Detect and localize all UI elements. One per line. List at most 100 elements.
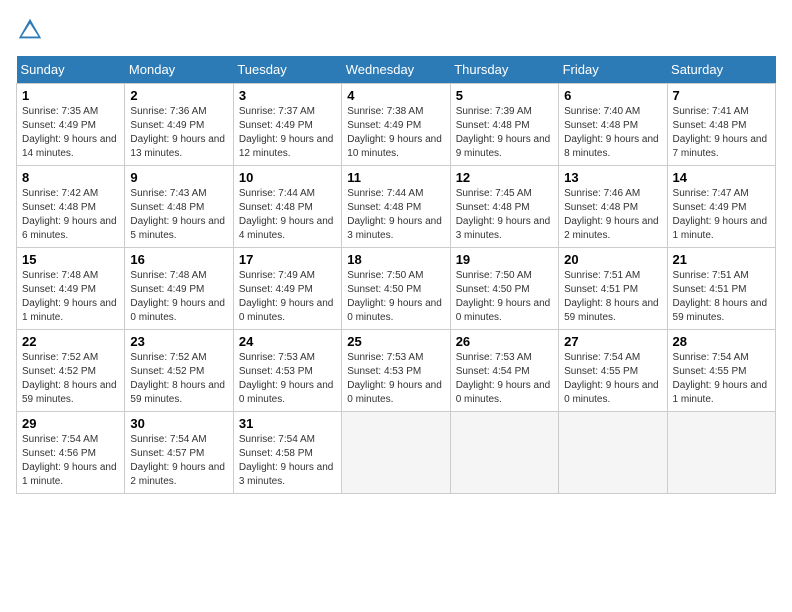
calendar-row: 15 Sunrise: 7:48 AM Sunset: 4:49 PM Dayl…	[17, 248, 776, 330]
day-number: 24	[239, 334, 336, 349]
day-number: 2	[130, 88, 227, 103]
sunrise-label: Sunrise: 7:48 AM	[22, 270, 98, 281]
day-number: 22	[22, 334, 119, 349]
calendar-table: SundayMondayTuesdayWednesdayThursdayFrid…	[16, 56, 776, 494]
sunrise-label: Sunrise: 7:41 AM	[673, 106, 749, 117]
day-number: 1	[22, 88, 119, 103]
day-info: Sunrise: 7:50 AM Sunset: 4:50 PM Dayligh…	[456, 269, 553, 325]
calendar-cell: 16 Sunrise: 7:48 AM Sunset: 4:49 PM Dayl…	[125, 248, 233, 330]
sunset-label: Sunset: 4:58 PM	[239, 448, 313, 459]
calendar-cell: 29 Sunrise: 7:54 AM Sunset: 4:56 PM Dayl…	[17, 412, 125, 494]
day-info: Sunrise: 7:53 AM Sunset: 4:53 PM Dayligh…	[347, 351, 444, 407]
day-number: 16	[130, 252, 227, 267]
sunrise-label: Sunrise: 7:44 AM	[239, 188, 315, 199]
calendar-row: 1 Sunrise: 7:35 AM Sunset: 4:49 PM Dayli…	[17, 84, 776, 166]
day-info: Sunrise: 7:40 AM Sunset: 4:48 PM Dayligh…	[564, 105, 661, 161]
daylight-label: Daylight: 9 hours and 4 minutes.	[239, 216, 334, 241]
day-info: Sunrise: 7:36 AM Sunset: 4:49 PM Dayligh…	[130, 105, 227, 161]
sunrise-label: Sunrise: 7:45 AM	[456, 188, 532, 199]
sunset-label: Sunset: 4:49 PM	[239, 284, 313, 295]
daylight-label: Daylight: 9 hours and 2 minutes.	[564, 216, 659, 241]
sunset-label: Sunset: 4:49 PM	[673, 202, 747, 213]
day-info: Sunrise: 7:51 AM Sunset: 4:51 PM Dayligh…	[673, 269, 770, 325]
calendar-cell	[667, 412, 775, 494]
day-number: 19	[456, 252, 553, 267]
daylight-label: Daylight: 9 hours and 9 minutes.	[456, 134, 551, 159]
day-info: Sunrise: 7:46 AM Sunset: 4:48 PM Dayligh…	[564, 187, 661, 243]
day-number: 31	[239, 416, 336, 431]
sunset-label: Sunset: 4:57 PM	[130, 448, 204, 459]
calendar-cell: 21 Sunrise: 7:51 AM Sunset: 4:51 PM Dayl…	[667, 248, 775, 330]
sunrise-label: Sunrise: 7:42 AM	[22, 188, 98, 199]
day-number: 7	[673, 88, 770, 103]
logo	[16, 16, 48, 44]
sunset-label: Sunset: 4:51 PM	[673, 284, 747, 295]
calendar-header-row: SundayMondayTuesdayWednesdayThursdayFrid…	[17, 56, 776, 84]
sunrise-label: Sunrise: 7:44 AM	[347, 188, 423, 199]
day-info: Sunrise: 7:35 AM Sunset: 4:49 PM Dayligh…	[22, 105, 119, 161]
sunset-label: Sunset: 4:49 PM	[130, 120, 204, 131]
calendar-cell: 25 Sunrise: 7:53 AM Sunset: 4:53 PM Dayl…	[342, 330, 450, 412]
calendar-cell: 31 Sunrise: 7:54 AM Sunset: 4:58 PM Dayl…	[233, 412, 341, 494]
day-number: 12	[456, 170, 553, 185]
daylight-label: Daylight: 9 hours and 2 minutes.	[130, 462, 225, 487]
column-header-thursday: Thursday	[450, 56, 558, 84]
sunset-label: Sunset: 4:53 PM	[239, 366, 313, 377]
sunrise-label: Sunrise: 7:50 AM	[456, 270, 532, 281]
day-info: Sunrise: 7:39 AM Sunset: 4:48 PM Dayligh…	[456, 105, 553, 161]
sunrise-label: Sunrise: 7:37 AM	[239, 106, 315, 117]
day-info: Sunrise: 7:53 AM Sunset: 4:54 PM Dayligh…	[456, 351, 553, 407]
day-number: 13	[564, 170, 661, 185]
day-info: Sunrise: 7:54 AM Sunset: 4:55 PM Dayligh…	[564, 351, 661, 407]
sunrise-label: Sunrise: 7:36 AM	[130, 106, 206, 117]
daylight-label: Daylight: 9 hours and 1 minute.	[22, 298, 117, 323]
sunrise-label: Sunrise: 7:40 AM	[564, 106, 640, 117]
calendar-cell	[450, 412, 558, 494]
sunrise-label: Sunrise: 7:54 AM	[564, 352, 640, 363]
day-number: 28	[673, 334, 770, 349]
day-info: Sunrise: 7:54 AM Sunset: 4:56 PM Dayligh…	[22, 433, 119, 489]
daylight-label: Daylight: 9 hours and 3 minutes.	[347, 216, 442, 241]
daylight-label: Daylight: 9 hours and 0 minutes.	[239, 380, 334, 405]
sunset-label: Sunset: 4:48 PM	[673, 120, 747, 131]
sunrise-label: Sunrise: 7:54 AM	[130, 434, 206, 445]
day-number: 21	[673, 252, 770, 267]
sunrise-label: Sunrise: 7:39 AM	[456, 106, 532, 117]
calendar-cell: 4 Sunrise: 7:38 AM Sunset: 4:49 PM Dayli…	[342, 84, 450, 166]
daylight-label: Daylight: 9 hours and 6 minutes.	[22, 216, 117, 241]
sunset-label: Sunset: 4:49 PM	[347, 120, 421, 131]
calendar-cell: 27 Sunrise: 7:54 AM Sunset: 4:55 PM Dayl…	[559, 330, 667, 412]
daylight-label: Daylight: 9 hours and 7 minutes.	[673, 134, 768, 159]
calendar-cell: 23 Sunrise: 7:52 AM Sunset: 4:52 PM Dayl…	[125, 330, 233, 412]
calendar-cell: 2 Sunrise: 7:36 AM Sunset: 4:49 PM Dayli…	[125, 84, 233, 166]
sunset-label: Sunset: 4:52 PM	[22, 366, 96, 377]
calendar-cell: 22 Sunrise: 7:52 AM Sunset: 4:52 PM Dayl…	[17, 330, 125, 412]
day-info: Sunrise: 7:51 AM Sunset: 4:51 PM Dayligh…	[564, 269, 661, 325]
day-number: 9	[130, 170, 227, 185]
column-header-friday: Friday	[559, 56, 667, 84]
day-info: Sunrise: 7:48 AM Sunset: 4:49 PM Dayligh…	[130, 269, 227, 325]
sunset-label: Sunset: 4:48 PM	[564, 120, 638, 131]
day-info: Sunrise: 7:52 AM Sunset: 4:52 PM Dayligh…	[22, 351, 119, 407]
sunset-label: Sunset: 4:53 PM	[347, 366, 421, 377]
day-number: 18	[347, 252, 444, 267]
day-number: 10	[239, 170, 336, 185]
sunset-label: Sunset: 4:52 PM	[130, 366, 204, 377]
day-info: Sunrise: 7:53 AM Sunset: 4:53 PM Dayligh…	[239, 351, 336, 407]
sunset-label: Sunset: 4:49 PM	[22, 284, 96, 295]
day-number: 30	[130, 416, 227, 431]
day-info: Sunrise: 7:41 AM Sunset: 4:48 PM Dayligh…	[673, 105, 770, 161]
day-info: Sunrise: 7:50 AM Sunset: 4:50 PM Dayligh…	[347, 269, 444, 325]
column-header-sunday: Sunday	[17, 56, 125, 84]
daylight-label: Daylight: 8 hours and 59 minutes.	[564, 298, 659, 323]
sunrise-label: Sunrise: 7:53 AM	[456, 352, 532, 363]
day-number: 14	[673, 170, 770, 185]
daylight-label: Daylight: 9 hours and 10 minutes.	[347, 134, 442, 159]
sunset-label: Sunset: 4:51 PM	[564, 284, 638, 295]
column-header-saturday: Saturday	[667, 56, 775, 84]
calendar-cell: 19 Sunrise: 7:50 AM Sunset: 4:50 PM Dayl…	[450, 248, 558, 330]
day-info: Sunrise: 7:54 AM Sunset: 4:58 PM Dayligh…	[239, 433, 336, 489]
daylight-label: Daylight: 9 hours and 13 minutes.	[130, 134, 225, 159]
daylight-label: Daylight: 8 hours and 59 minutes.	[22, 380, 117, 405]
calendar-cell: 5 Sunrise: 7:39 AM Sunset: 4:48 PM Dayli…	[450, 84, 558, 166]
